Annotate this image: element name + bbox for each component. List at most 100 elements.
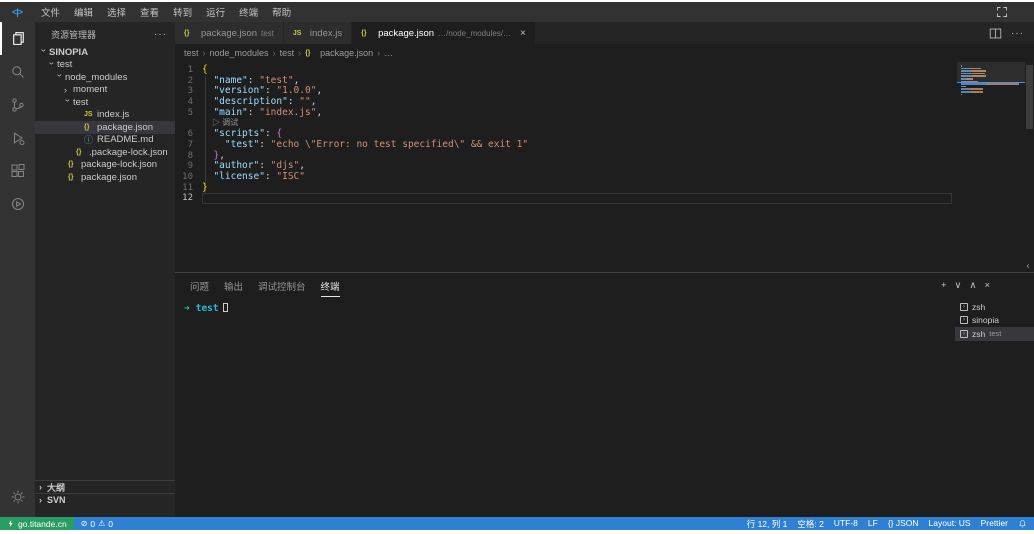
menu-item[interactable]: 帮助 <box>265 5 298 19</box>
status-item[interactable]: {} JSON <box>888 518 919 530</box>
code-line: 10 "license": "ISC" <box>175 172 952 183</box>
chevron-down-icon: › <box>47 62 57 71</box>
sidebar-bottom-sections: ›大纲›SVN <box>35 480 175 506</box>
menu-item[interactable]: 文件 <box>34 5 67 19</box>
breadcrumb-item[interactable]: node_modules <box>210 48 269 58</box>
sidebar-section-header[interactable]: ›SVN <box>35 493 175 506</box>
tab-label: index.js <box>310 28 342 39</box>
files-icon[interactable] <box>0 22 35 55</box>
terminal-icon: › <box>960 330 968 338</box>
notifications-bell-icon[interactable] <box>1018 519 1027 529</box>
minimap-slider[interactable] <box>957 62 1025 83</box>
maximize-panel-icon[interactable]: ∧ <box>969 280 976 291</box>
section-label: SVN <box>47 495 66 505</box>
settings-gear-icon[interactable] <box>0 480 35 513</box>
terminal-icon: › <box>960 316 968 324</box>
terminal-list-item[interactable]: ›zsh <box>955 300 1034 314</box>
warning-count: 0 <box>108 519 113 529</box>
close-icon[interactable]: × <box>520 28 526 39</box>
breadcrumb-item[interactable]: … <box>384 48 393 58</box>
tree-item-label: package.json <box>97 122 153 133</box>
menu-bar: 文件编辑选择查看转到运行终端帮助 <box>34 5 298 19</box>
editor-tab[interactable]: {}package.json…/node_modules/…× <box>352 22 536 44</box>
dropdown-icon[interactable]: ∨ <box>955 280 962 291</box>
status-item[interactable]: Layout: US <box>929 518 971 530</box>
chevron-down-icon: › <box>63 99 73 108</box>
tree-item[interactable]: {}package.json <box>35 121 175 134</box>
codelens-link[interactable]: ▷ 调试 <box>175 118 952 129</box>
tree-item[interactable]: {}.package-lock.json <box>35 146 175 159</box>
terminal-label: zsh <box>972 329 985 339</box>
tree-item[interactable]: ›test <box>35 59 175 72</box>
editor-tab[interactable]: {}package.jsontest <box>175 22 284 44</box>
tree-item[interactable]: ›node_modules <box>35 71 175 84</box>
panel-tabs: 问题输出调试控制台终端 <box>175 274 340 297</box>
code-line: 12 <box>175 193 952 204</box>
status-item[interactable]: 行 12, 列 1 <box>747 518 788 530</box>
line-number: 7 <box>175 140 193 151</box>
explorer-sidebar: 资源管理器 ··· ›SINOPIA›test›node_modules›mom… <box>35 22 175 517</box>
json-icon: {} <box>361 30 374 37</box>
status-item[interactable]: 空格: 2 <box>797 518 823 530</box>
menu-item[interactable]: 查看 <box>133 5 166 19</box>
breadcrumb-item[interactable]: test <box>280 48 295 58</box>
menu-item[interactable]: 终端 <box>232 5 265 19</box>
tree-item[interactable]: ›SINOPIA <box>35 46 175 59</box>
breadcrumb-item[interactable]: {}package.json <box>305 48 373 58</box>
runner-icon[interactable] <box>0 187 35 220</box>
json-icon: {} <box>305 50 318 57</box>
panel-tab[interactable]: 问题 <box>190 274 209 297</box>
terminal-list-item[interactable]: ›sinopia <box>955 314 1034 328</box>
tab-description: …/node_modules/… <box>438 29 511 38</box>
search-icon[interactable] <box>0 55 35 88</box>
tree-item-label: test <box>57 59 72 70</box>
tree-item[interactable]: {}package-lock.json <box>35 159 175 172</box>
remote-indicator[interactable]: go.titande.cn <box>0 517 74 530</box>
terminal-prompt-icon: ➜ <box>184 303 190 314</box>
editor[interactable]: 1{2 "name": "test",3 "version": "1.0.0",… <box>175 62 1034 272</box>
tree-item-label: node_modules <box>65 72 127 83</box>
run-debug-icon[interactable] <box>0 121 35 154</box>
remote-host: go.titande.cn <box>18 519 67 529</box>
terminal-list-item[interactable]: › zshtest <box>955 327 1034 341</box>
problems-status[interactable]: ⊘ 0 ⚠ 0 <box>74 519 120 529</box>
menu-item[interactable]: 运行 <box>199 5 232 19</box>
breadcrumb-item[interactable]: test <box>184 48 199 58</box>
tree-item-label: README.md <box>97 134 153 145</box>
editor-tab[interactable]: JSindex.js <box>284 22 352 44</box>
menu-item[interactable]: 编辑 <box>67 5 100 19</box>
tree-item[interactable]: ⓘREADME.md <box>35 134 175 147</box>
sidebar-section-header[interactable]: ›大纲 <box>35 480 175 493</box>
chevron-down-icon: › <box>39 49 49 58</box>
terminal-area[interactable]: ➜test <box>175 298 955 517</box>
title-bar: <|> 文件编辑选择查看转到运行终端帮助 <box>0 2 1034 22</box>
panel-tab[interactable]: 终端 <box>321 274 340 297</box>
terminal-desc: test <box>989 329 1001 338</box>
new-terminal-icon[interactable]: + <box>941 280 947 291</box>
status-item[interactable]: UTF-8 <box>834 518 858 530</box>
tree-item[interactable]: {}package.json <box>35 171 175 184</box>
tree-item[interactable]: ›moment <box>35 84 175 97</box>
panel-tab[interactable]: 调试控制台 <box>258 274 306 297</box>
vscode-window: <|> 文件编辑选择查看转到运行终端帮助 <box>0 2 1034 530</box>
panel-tab[interactable]: 输出 <box>224 274 243 297</box>
extensions-icon[interactable] <box>0 154 35 187</box>
more-actions-icon[interactable]: ··· <box>154 29 167 40</box>
status-item[interactable]: LF <box>868 518 878 530</box>
source-control-icon[interactable] <box>0 88 35 121</box>
fullscreen-icon[interactable] <box>996 6 1008 18</box>
collapse-left-icon[interactable]: ‹ <box>1025 262 1031 272</box>
vertical-scrollbar[interactable] <box>1026 65 1033 129</box>
breadcrumb-separator: › <box>273 48 276 58</box>
editor-tab-bar: {}package.jsontestJSindex.js{}package.js… <box>175 22 1034 44</box>
tree-item[interactable]: ›test <box>35 96 175 109</box>
tree-item[interactable]: JSindex.js <box>35 109 175 122</box>
close-panel-icon[interactable]: × <box>984 280 990 291</box>
split-editor-icon[interactable] <box>989 27 1002 40</box>
more-actions-icon[interactable]: ··· <box>1011 28 1024 39</box>
line-number: 11 <box>175 183 193 194</box>
status-item[interactable]: Prettier <box>981 518 1008 530</box>
menu-item[interactable]: 转到 <box>166 5 199 19</box>
minimap[interactable] <box>957 62 1025 272</box>
menu-item[interactable]: 选择 <box>100 5 133 19</box>
